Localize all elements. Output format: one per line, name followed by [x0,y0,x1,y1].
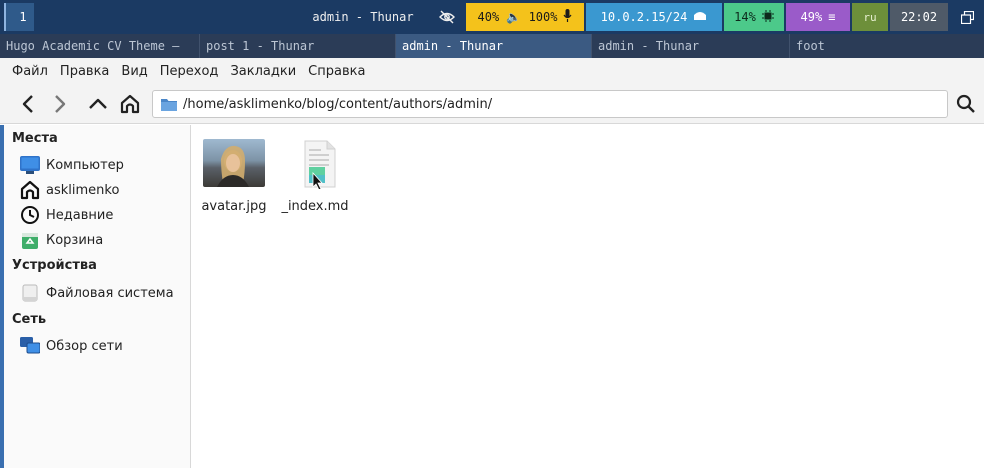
trash-icon [20,230,40,250]
sidebar-item-label: Обзор сети [46,338,123,354]
window-title: admin - Thunar [300,3,430,31]
menu-bookmarks[interactable]: Закладки [224,64,302,79]
ethernet-icon [693,10,707,24]
window-switcher-icon[interactable] [950,3,984,31]
tab-admin-thunar-active[interactable]: admin - Thunar [396,34,592,58]
clock-text: 22:02 [900,10,938,24]
menu-go[interactable]: Переход [154,64,225,79]
tab-label: foot [796,39,825,53]
menu-file[interactable]: Файл [6,64,54,79]
network-icon [20,336,40,356]
tab-post1-thunar[interactable]: post 1 - Thunar [200,34,396,58]
sidebar-item-computer[interactable]: Компьютер [20,154,124,176]
up-button[interactable] [84,90,112,118]
drive-icon [20,283,40,303]
location-path: /home/asklimenko/blog/content/authors/ad… [183,96,493,112]
file-name: avatar.jpg [201,199,267,214]
tab-hugo[interactable]: Hugo Academic CV Theme — [0,34,200,58]
sidebar-header-network: Сеть [12,312,47,327]
tab-foot[interactable]: foot [790,34,984,58]
home-icon [20,180,40,200]
menu-view[interactable]: Вид [115,64,153,79]
volume-module[interactable]: 40% 🔈 100% [466,3,584,31]
memory-module[interactable]: 49% ≡ [786,3,850,31]
computer-icon [20,155,40,175]
cpu-text: 14% [734,10,756,24]
sidebar-item-network-browse[interactable]: Обзор сети [20,335,123,357]
memory-text: 49% [800,10,823,24]
file-item-avatar[interactable]: avatar.jpg [198,139,270,214]
file-view: avatar.jpg _index.md [192,125,984,468]
forward-icon [55,95,66,113]
file-name: _index.md [281,199,349,214]
sidebar-item-label: asklimenko [46,182,120,198]
workspace-number: 1 [19,10,27,24]
sidebar-header-devices: Устройства [12,258,97,273]
window-tabs: Hugo Academic CV Theme — post 1 - Thunar… [0,34,984,58]
memory-icon: ≡ [828,10,836,24]
text-file-icon [291,139,339,191]
window-title-text: admin - Thunar [312,10,414,24]
sidebar-item-label: Компьютер [46,157,124,173]
tab-label: Hugo Academic CV Theme — [6,39,180,53]
menu-bar: Файл Правка Вид Переход Закладки Справка [0,58,984,84]
file-item-index-md[interactable]: _index.md [279,139,351,214]
sidebar-item-filesystem[interactable]: Файловая система [20,282,174,304]
workspace-indicator[interactable]: 1 [4,3,34,31]
sidebar-item-home[interactable]: asklimenko [20,179,119,201]
tab-label: admin - Thunar [402,39,504,53]
volume-text: 40% 🔈 100% [477,10,558,24]
folder-icon [161,98,177,111]
forward-button[interactable] [46,90,74,118]
home-icon [120,94,140,114]
sidebar-item-recent[interactable]: Недавние [20,204,113,226]
sidebar: Места Компьютер asklimenko Недавние Корз… [0,125,191,468]
image-thumbnail [203,139,265,187]
menu-help[interactable]: Справка [302,64,371,79]
sidebar-item-label: Недавние [46,207,114,223]
sidebar-item-label: Корзина [46,232,104,248]
back-button[interactable] [14,90,42,118]
menu-edit[interactable]: Правка [54,64,115,79]
keyboard-layout[interactable]: ru [852,3,888,31]
tab-label: post 1 - Thunar [206,39,315,53]
status-bar: 1 admin - Thunar 40% 🔈 100% 10.0.2.15/24… [0,0,984,34]
search-button[interactable] [952,90,980,118]
tab-label: admin - Thunar [598,39,700,53]
sidebar-item-trash[interactable]: Корзина [20,229,103,251]
keyboard-layout-text: ru [863,10,877,24]
up-icon [89,98,107,109]
location-bar[interactable]: /home/asklimenko/blog/content/authors/ad… [152,90,948,118]
home-button[interactable] [116,90,144,118]
microphone-icon [563,9,572,25]
sidebar-item-label: Файловая система [46,285,174,301]
network-module[interactable]: 10.0.2.15/24 [586,3,722,31]
tab-admin-thunar[interactable]: admin - Thunar [592,34,790,58]
clock-icon [20,205,40,225]
cpu-module[interactable]: 14% [724,3,784,31]
network-text: 10.0.2.15/24 [600,10,688,24]
sidebar-header-places: Места [12,131,58,146]
toolbar: /home/asklimenko/blog/content/authors/ad… [0,84,984,124]
back-icon [22,95,33,113]
cpu-icon [761,9,774,25]
clock[interactable]: 22:02 [890,3,948,31]
search-icon [956,94,975,113]
idle-inhibitor-icon[interactable] [430,3,464,31]
